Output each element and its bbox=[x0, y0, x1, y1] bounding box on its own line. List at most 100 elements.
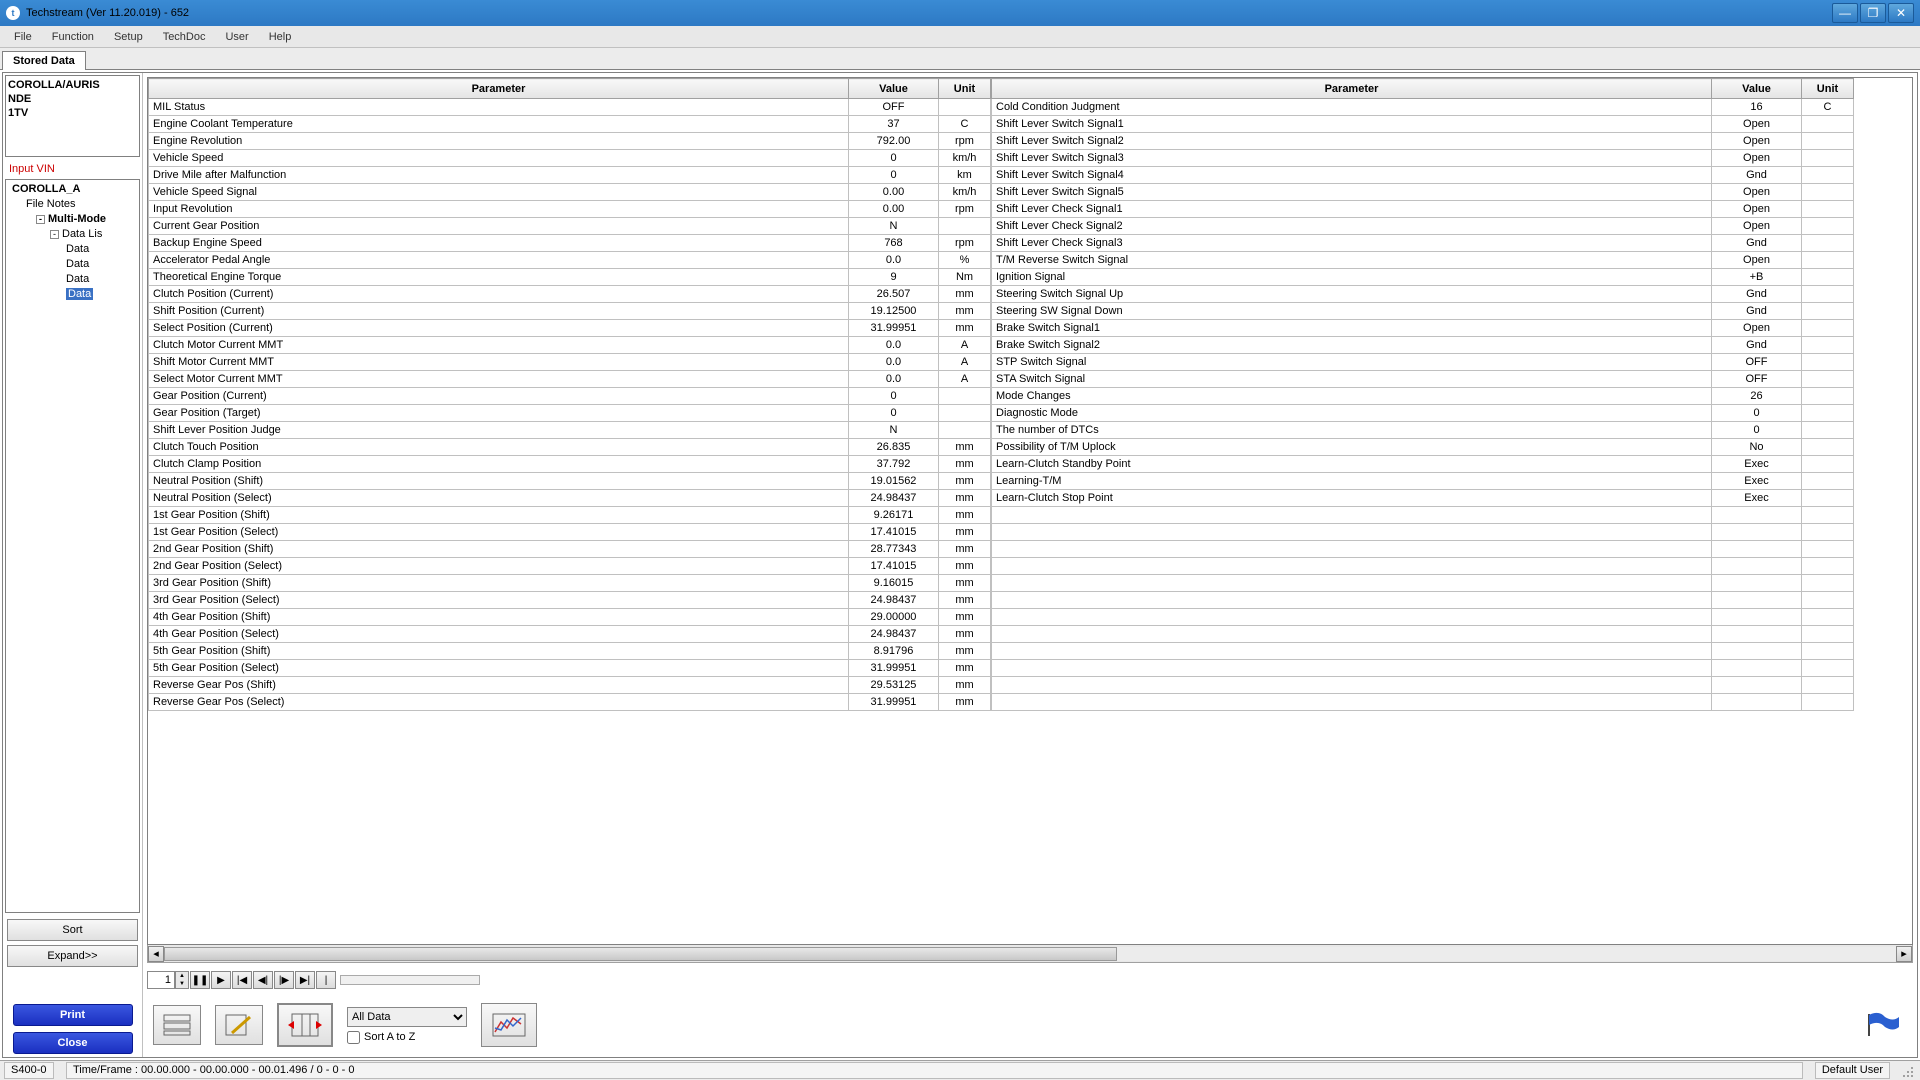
tree-file-notes[interactable]: File Notes bbox=[8, 197, 137, 212]
table-row[interactable]: 5th Gear Position (Shift)8.91796mm bbox=[149, 643, 991, 660]
scroll-right-icon[interactable]: ▸ bbox=[1896, 946, 1912, 962]
expand-columns-icon[interactable] bbox=[277, 1003, 333, 1047]
col-unit[interactable]: Unit bbox=[1802, 79, 1854, 99]
table-row[interactable]: Brake Switch Signal2Gnd bbox=[992, 337, 1854, 354]
table-row[interactable] bbox=[992, 575, 1854, 592]
table-row[interactable]: Clutch Position (Current)26.507mm bbox=[149, 286, 991, 303]
play-button[interactable]: ▶ bbox=[211, 971, 231, 989]
table-row[interactable] bbox=[992, 507, 1854, 524]
table-row[interactable]: Vehicle Speed0km/h bbox=[149, 150, 991, 167]
table-row[interactable]: Accelerator Pedal Angle0.0% bbox=[149, 252, 991, 269]
col-unit[interactable]: Unit bbox=[939, 79, 991, 99]
table-row[interactable]: Gear Position (Target)0 bbox=[149, 405, 991, 422]
spinner-down-icon[interactable]: ▼ bbox=[176, 980, 188, 988]
table-row[interactable]: Backup Engine Speed768rpm bbox=[149, 235, 991, 252]
table-row[interactable] bbox=[992, 694, 1854, 711]
table-row[interactable] bbox=[992, 541, 1854, 558]
table-row[interactable]: Current Gear PositionN bbox=[149, 218, 991, 235]
table-row[interactable]: 4th Gear Position (Shift)29.00000mm bbox=[149, 609, 991, 626]
table-row[interactable]: Shift Position (Current)19.12500mm bbox=[149, 303, 991, 320]
table-row[interactable]: Shift Lever Switch Signal5Open bbox=[992, 184, 1854, 201]
tree-data-item[interactable]: Data bbox=[8, 242, 137, 257]
table-row[interactable]: Diagnostic Mode0 bbox=[992, 405, 1854, 422]
table-row[interactable]: Clutch Motor Current MMT0.0A bbox=[149, 337, 991, 354]
edit-icon[interactable] bbox=[215, 1005, 263, 1045]
sort-az-checkbox[interactable]: Sort A to Z bbox=[347, 1031, 467, 1044]
table-row[interactable]: Gear Position (Current)0 bbox=[149, 388, 991, 405]
last-frame-button[interactable]: ▶| bbox=[295, 971, 315, 989]
tab-stored-data[interactable]: Stored Data bbox=[2, 51, 86, 70]
table-row[interactable] bbox=[992, 643, 1854, 660]
close-window-button[interactable]: ✕ bbox=[1888, 3, 1914, 23]
playback-slider[interactable] bbox=[340, 975, 480, 985]
table-row[interactable]: Possibility of T/M UplockNo bbox=[992, 439, 1854, 456]
menu-help[interactable]: Help bbox=[259, 29, 302, 45]
maximize-button[interactable]: ❐ bbox=[1860, 3, 1886, 23]
col-parameter[interactable]: Parameter bbox=[992, 79, 1712, 99]
tree-collapse-icon[interactable]: - bbox=[36, 215, 45, 224]
first-frame-button[interactable]: |◀ bbox=[232, 971, 252, 989]
tree-data-list[interactable]: -Data Lis bbox=[8, 227, 137, 242]
table-row[interactable]: 4th Gear Position (Select)24.98437mm bbox=[149, 626, 991, 643]
spinner-up-icon[interactable]: ▲ bbox=[176, 972, 188, 980]
table-row[interactable]: STA Switch SignalOFF bbox=[992, 371, 1854, 388]
table-row[interactable]: Select Motor Current MMT0.0A bbox=[149, 371, 991, 388]
col-value[interactable]: Value bbox=[1712, 79, 1802, 99]
table-row[interactable]: The number of DTCs0 bbox=[992, 422, 1854, 439]
table-row[interactable]: Clutch Clamp Position37.792mm bbox=[149, 456, 991, 473]
expand-button[interactable]: Expand>> bbox=[7, 945, 138, 967]
close-button[interactable]: Close bbox=[13, 1032, 133, 1054]
table-row[interactable]: Engine Revolution792.00rpm bbox=[149, 133, 991, 150]
pause-button[interactable]: ❚❚ bbox=[190, 971, 210, 989]
table-row[interactable] bbox=[992, 609, 1854, 626]
table-row[interactable]: Shift Lever Check Signal3Gnd bbox=[992, 235, 1854, 252]
frame-number-input[interactable] bbox=[147, 971, 175, 989]
table-row[interactable]: Shift Lever Position JudgeN bbox=[149, 422, 991, 439]
menu-function[interactable]: Function bbox=[42, 29, 104, 45]
table-row[interactable]: Engine Coolant Temperature37C bbox=[149, 116, 991, 133]
table-row[interactable]: MIL StatusOFF bbox=[149, 99, 991, 116]
table-row[interactable]: Learn-Clutch Stop PointExec bbox=[992, 490, 1854, 507]
table-row[interactable]: Shift Lever Check Signal1Open bbox=[992, 201, 1854, 218]
tree-data-item-selected[interactable]: Data bbox=[8, 287, 137, 302]
table-row[interactable]: Reverse Gear Pos (Shift)29.53125mm bbox=[149, 677, 991, 694]
table-row[interactable]: Shift Lever Check Signal2Open bbox=[992, 218, 1854, 235]
input-vin-link[interactable]: Input VIN bbox=[3, 159, 142, 177]
graph-view-icon[interactable] bbox=[481, 1003, 537, 1047]
table-row[interactable]: Drive Mile after Malfunction0km bbox=[149, 167, 991, 184]
sort-button[interactable]: Sort bbox=[7, 919, 138, 941]
data-grid[interactable]: Parameter Value Unit MIL StatusOFFEngine… bbox=[147, 77, 1913, 945]
table-row[interactable]: 3rd Gear Position (Select)24.98437mm bbox=[149, 592, 991, 609]
table-row[interactable]: Steering SW Signal DownGnd bbox=[992, 303, 1854, 320]
table-row[interactable] bbox=[992, 524, 1854, 541]
table-row[interactable] bbox=[992, 558, 1854, 575]
table-row[interactable]: Brake Switch Signal1Open bbox=[992, 320, 1854, 337]
col-parameter[interactable]: Parameter bbox=[149, 79, 849, 99]
tree-root[interactable]: COROLLA_A bbox=[8, 182, 137, 197]
table-row[interactable]: 5th Gear Position (Select)31.99951mm bbox=[149, 660, 991, 677]
table-row[interactable] bbox=[992, 660, 1854, 677]
table-row[interactable]: Ignition Signal+B bbox=[992, 269, 1854, 286]
table-row[interactable]: Mode Changes26 bbox=[992, 388, 1854, 405]
resize-grip-icon[interactable] bbox=[1902, 1064, 1916, 1078]
horizontal-scrollbar[interactable]: ◂ ▸ bbox=[147, 945, 1913, 963]
menu-user[interactable]: User bbox=[215, 29, 258, 45]
tree-view[interactable]: COROLLA_A File Notes -Multi-Mode -Data L… bbox=[5, 179, 140, 913]
data-filter-select[interactable]: All Data bbox=[347, 1007, 467, 1027]
scroll-track[interactable] bbox=[164, 947, 1896, 961]
table-row[interactable]: Shift Lever Switch Signal3Open bbox=[992, 150, 1854, 167]
menu-techdoc[interactable]: TechDoc bbox=[153, 29, 216, 45]
table-row[interactable]: Cold Condition Judgment16C bbox=[992, 99, 1854, 116]
table-row[interactable] bbox=[992, 677, 1854, 694]
table-row[interactable]: 1st Gear Position (Select)17.41015mm bbox=[149, 524, 991, 541]
table-row[interactable]: 2nd Gear Position (Select)17.41015mm bbox=[149, 558, 991, 575]
table-row[interactable]: 3rd Gear Position (Shift)9.16015mm bbox=[149, 575, 991, 592]
tree-data-item[interactable]: Data bbox=[8, 257, 137, 272]
table-row[interactable]: 1st Gear Position (Shift)9.26171mm bbox=[149, 507, 991, 524]
table-row[interactable]: Learn-Clutch Standby PointExec bbox=[992, 456, 1854, 473]
table-row[interactable]: Clutch Touch Position26.835mm bbox=[149, 439, 991, 456]
frame-spinner[interactable]: ▲▼ bbox=[175, 971, 189, 989]
next-frame-button[interactable]: |▶ bbox=[274, 971, 294, 989]
table-row[interactable]: Select Position (Current)31.99951mm bbox=[149, 320, 991, 337]
prev-frame-button[interactable]: ◀| bbox=[253, 971, 273, 989]
